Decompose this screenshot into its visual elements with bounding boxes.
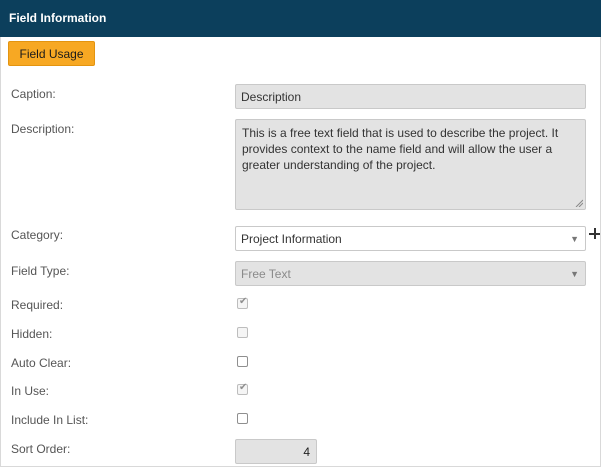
required-label: Required: [11,298,64,312]
resize-grip-icon[interactable] [575,199,583,207]
hidden-label: Hidden: [11,327,53,341]
required-checkbox[interactable]: ✔ [237,296,248,309]
hidden-checkbox[interactable] [237,327,248,338]
description-textarea[interactable]: This is a free text field that is used t… [235,119,586,210]
sort-order-input[interactable]: 4 [235,439,317,464]
field-type-label: Field Type: [11,264,70,278]
checkmark-icon: ✔ [239,296,248,307]
include-in-list-checkbox[interactable] [237,413,248,424]
include-in-list-label: Include In List: [11,413,89,427]
caption-field[interactable]: Description [235,84,586,109]
plus-icon[interactable] [589,228,600,239]
auto-clear-label: Auto Clear: [11,356,72,370]
panel-title: Field Information [9,11,107,25]
field-type-select[interactable]: Free Text ▼ [235,261,586,286]
field-usage-button[interactable]: Field Usage [8,41,95,66]
category-label: Category: [11,228,64,242]
sort-order-value: 4 [303,445,310,459]
caret-down-icon: ▼ [570,234,579,244]
field-type-value: Free Text [241,267,291,281]
category-select[interactable]: Project Information ▼ [235,226,586,251]
description-value: This is a free text field that is used t… [242,126,559,172]
in-use-checkbox[interactable]: ✔ [237,382,248,395]
caption-label: Caption: [11,87,56,101]
caption-value: Description [241,90,302,104]
category-value: Project Information [241,232,342,246]
checkmark-icon: ✔ [239,382,248,393]
auto-clear-checkbox[interactable] [237,356,248,367]
description-label: Description: [11,122,75,136]
caret-down-icon: ▼ [570,269,579,279]
sort-order-label: Sort Order: [11,442,71,456]
panel-header: Field Information [0,0,601,37]
in-use-label: In Use: [11,384,50,398]
